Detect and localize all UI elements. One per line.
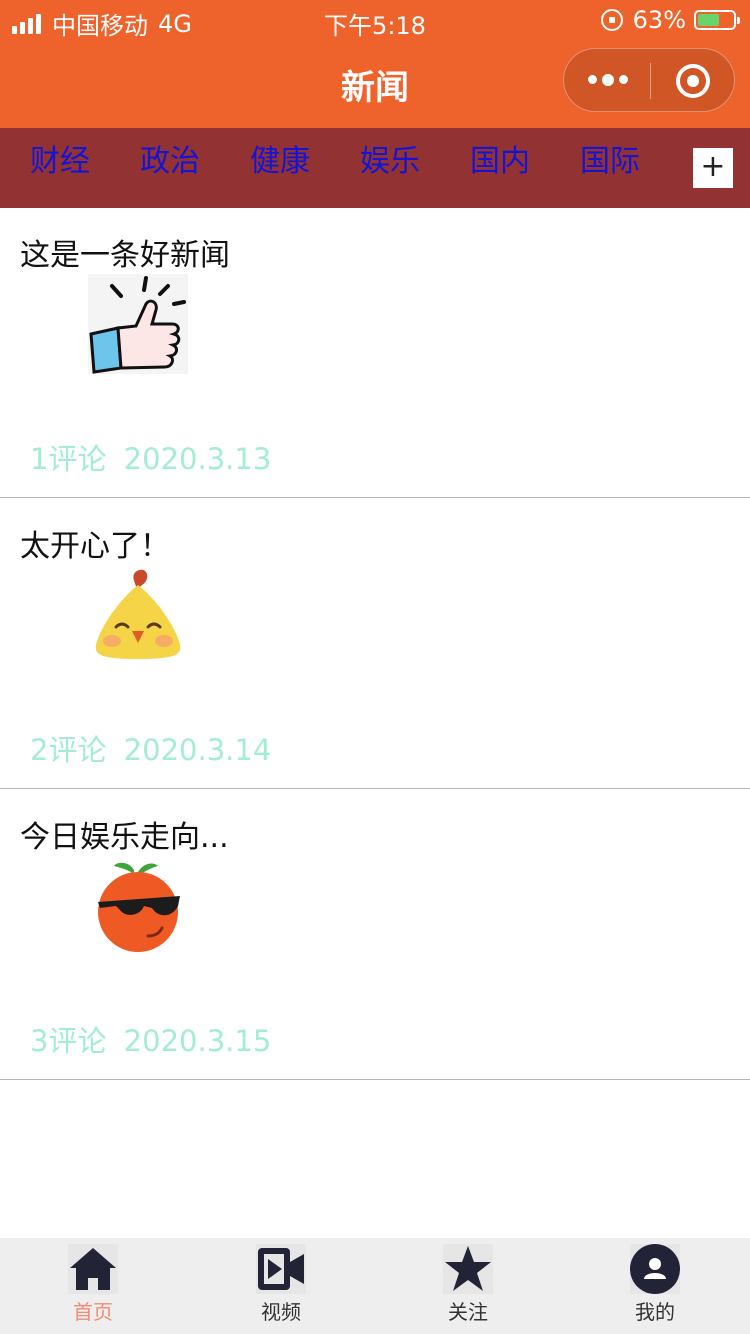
status-bar: 中国移动 4G 下午5:18 63% (0, 0, 750, 40)
tab-guonei[interactable]: 国内 (470, 144, 530, 180)
happy-chick-icon (95, 569, 181, 659)
category-tabs: 财经 政治 健康 娱乐 国内 国际 (0, 128, 750, 208)
tabbar-label: 关注 (448, 1300, 488, 1324)
tabbar-label: 视频 (261, 1300, 301, 1324)
tab-yule[interactable]: 娱乐 (360, 144, 420, 180)
news-headline: 太开心了！ (20, 529, 170, 564)
tab-guoji[interactable]: 国际 (580, 144, 640, 180)
battery-icon (694, 10, 740, 30)
tab-bar: 首页 视频 关注 我的 (0, 1238, 750, 1334)
news-date: 2020.3.15 (123, 1024, 272, 1058)
user-icon (630, 1244, 680, 1294)
nav-bar: 新闻 (0, 40, 750, 128)
tabbar-label: 我的 (635, 1300, 675, 1324)
list-item[interactable]: 太开心了！ 2评论 2020.3.14 (0, 499, 750, 789)
list-item[interactable]: 今日娱乐走向... 3评论 2020.3.15 (0, 790, 750, 1080)
tabbar-item-mine[interactable]: 我的 (605, 1238, 705, 1334)
comment-count: 1评论 (30, 442, 107, 476)
news-headline: 这是一条好新闻 (20, 238, 230, 273)
home-icon (68, 1244, 118, 1294)
news-date: 2020.3.13 (123, 442, 272, 476)
status-right: 63% (600, 6, 740, 34)
tab-zhengzhi[interactable]: 政治 (140, 144, 200, 180)
video-icon (256, 1244, 306, 1294)
list-item[interactable]: 这是一条好新闻 1评论 2020.3.13 (0, 208, 750, 498)
tab-caijing[interactable]: 财经 (30, 144, 90, 180)
rotation-lock-icon (600, 9, 623, 31)
news-headline: 今日娱乐走向... (20, 820, 229, 855)
news-meta: 3评论 2020.3.15 (30, 1018, 271, 1060)
tabbar-label: 首页 (73, 1300, 113, 1324)
tabbar-item-home[interactable]: 首页 (43, 1238, 143, 1334)
more-dots-icon[interactable] (588, 73, 633, 86)
battery-percent: 63% (632, 6, 686, 34)
comment-count: 3评论 (30, 1024, 107, 1058)
tabbar-item-follow[interactable]: 关注 (418, 1238, 518, 1334)
tab-jiankang[interactable]: 健康 (250, 144, 310, 180)
news-meta: 2评论 2020.3.14 (30, 727, 271, 769)
app-header: 中国移动 4G 下午5:18 63% 新闻 (0, 0, 750, 128)
cool-orange-icon (98, 862, 180, 952)
close-target-icon[interactable] (676, 64, 710, 98)
thumbs-up-icon (88, 274, 188, 374)
tabbar-item-video[interactable]: 视频 (231, 1238, 331, 1334)
capsule-divider (650, 63, 651, 99)
news-meta: 1评论 2020.3.13 (30, 436, 271, 478)
menu-capsule (563, 48, 735, 112)
star-icon (443, 1244, 493, 1294)
add-category-button[interactable]: + (693, 148, 733, 188)
comment-count: 2评论 (30, 733, 107, 767)
news-date: 2020.3.14 (123, 733, 272, 767)
